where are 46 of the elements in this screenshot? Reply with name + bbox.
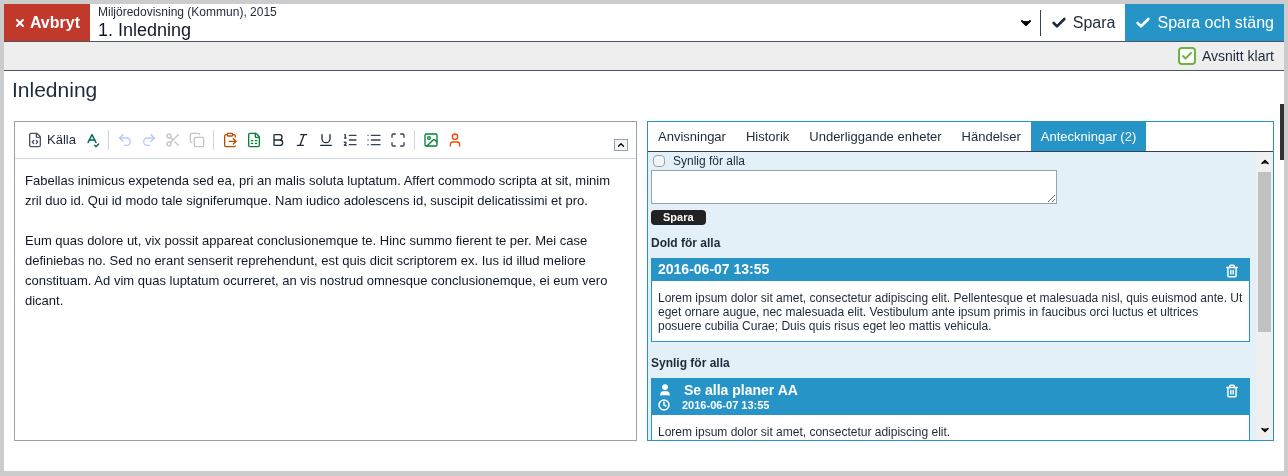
delete-icon[interactable]: [1225, 264, 1239, 278]
note-date: 2016-06-07 13:55: [658, 262, 770, 276]
section-title: 1. Inledning: [98, 19, 193, 41]
undo-icon: [116, 132, 133, 148]
note-text: Lorem ipsum dolor sit amet, consectetur adipiscing elit. Pellentesque et malesuada nisl, quis euismod ante. Ut eget ornare augue, nec malesuada elit. Vestibulum ante ipsum primis in faucibus orci luctus et ultrices posuere cubilia Curae; Duis quis risus eget leo mattis vehicula.: [657, 290, 1244, 335]
maximize-icon: [389, 132, 406, 148]
person-icon: [658, 383, 672, 397]
save-button[interactable]: Spara: [1040, 4, 1126, 41]
caret-icon: [616, 140, 626, 150]
clock-icon: [658, 399, 670, 411]
spreadsheet-icon: [245, 132, 262, 148]
image-icon: [422, 132, 439, 148]
tab[interactable]: Historik: [735, 122, 800, 151]
section-heading: Synlig för alla: [651, 355, 731, 372]
page-scrollbar[interactable]: [1280, 104, 1284, 160]
clipboard-icon: [221, 132, 238, 148]
note-input[interactable]: [651, 170, 1057, 204]
paragraph: Eum quas dolore ut, vix possit appareat conclusionemque te. Hinc summo fierent te per. Mei case definiebas no. Sed no erant senserit reprehendunt, est quis dicit scriptorem ex. Ius id illud meliore constituam. Ad vim quas luptatum ocurreret, an vis nostrud omnesque conclusionemque, ei eum vero dicant.: [25, 232, 609, 310]
tab[interactable]: Händelser: [951, 122, 1031, 151]
redo-icon: [140, 132, 157, 148]
cancel-button[interactable]: Avbryt: [4, 4, 90, 41]
numbered-list-icon: [341, 132, 358, 148]
collapse-button[interactable]: [614, 139, 628, 151]
note-date: 2016-06-07 13:55: [682, 398, 770, 412]
document-subtitle: Miljöredovisning (Kommun), 2015: [98, 6, 278, 19]
checkbox[interactable]: [1177, 47, 1196, 65]
code-file-icon: [27, 132, 43, 148]
delete-icon[interactable]: [1225, 384, 1239, 398]
tab[interactable]: Underliggande enheter: [799, 122, 952, 151]
note-author: Se alla planer AA: [684, 382, 798, 398]
section-done-checkbox[interactable]: Avsnitt klart: [1177, 45, 1274, 67]
tab[interactable]: Anvisningar: [648, 122, 736, 151]
section-heading: Dold för alla: [651, 235, 722, 252]
scrollbar[interactable]: [1256, 152, 1273, 440]
checkbox[interactable]: [653, 155, 665, 167]
bullet-list-icon: [365, 132, 382, 148]
save-note-button[interactable]: Spara: [651, 210, 706, 225]
page-heading: Inledning: [11, 77, 99, 103]
scissors-icon: [164, 132, 181, 148]
underline-icon: [317, 132, 334, 148]
note-text: Lorem ipsum dolor sit amet, consectetur adipiscing elit.: [657, 424, 952, 440]
paragraph: Fabellas inimicus expetenda sed ea, pri an malis soluta luptatum. Affert commodo scripta at sit, minim zril duo id. Qui id modo tale signiferumque. Nam iudico adolescens id, suscipit delicatissimi et pro.: [25, 172, 612, 210]
check-icon: [1180, 50, 1193, 62]
copy-icon: [188, 132, 205, 148]
source-button[interactable]: Källa: [23, 128, 80, 152]
visible-checkbox[interactable]: Synlig för alla: [651, 152, 1250, 168]
